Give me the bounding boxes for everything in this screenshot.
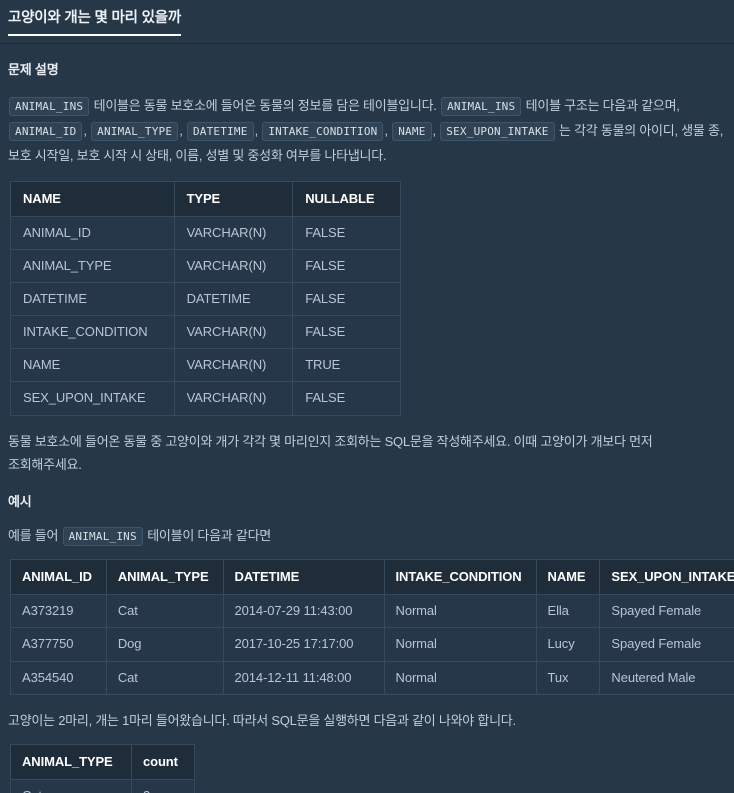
page-title-bar: 고양이와 개는 몇 마리 있을까 [0,0,734,45]
schema-table-header-row: NAME TYPE NULLABLE [10,180,402,217]
code-chip-datetime: DATETIME [186,121,254,141]
cell: Normal [383,627,537,662]
example-col-sex-upon-intake: SEX_UPON_INTAKE [599,559,734,596]
cell: Lucy [535,627,601,662]
example-col-animal-type: ANIMAL_TYPE [105,559,224,596]
code-chip-animal-id: ANIMAL_ID [9,121,83,141]
cell: VARCHAR(N) [173,215,294,250]
problem-page: 고양이와 개는 몇 마리 있을까 문제 설명 ANIMAL_INS 테이블은 동… [0,0,734,793]
schema-col-nullable: NULLABLE [292,180,402,217]
section-heading-example: 예시 [8,493,32,509]
result-col-animal-type: ANIMAL_TYPE [10,743,132,780]
cell: A377750 [10,627,107,662]
description-paragraph: ANIMAL_INS 테이블은 동물 보호소에 들어온 동물의 정보를 담은 테… [8,93,726,169]
cell: Normal [383,594,537,629]
code-chip-intake-condition: INTAKE_CONDITION [262,121,384,141]
comma-2: , [179,122,183,138]
cell: 2014-07-29 11:43:00 [222,594,385,629]
cell: A354540 [10,660,107,695]
example-table-header-row: ANIMAL_ID ANIMAL_TYPE DATETIME INTAKE_CO… [10,559,734,596]
comma-5: , [432,122,437,138]
cell: FALSE [292,315,402,350]
example-intro-suffix: 테이블이 다음과 같다면 [147,528,272,544]
table-row: A373219 Cat 2014-07-29 11:43:00 Normal E… [10,594,734,629]
cell: Cat [105,594,224,629]
cell: 2 [131,778,195,793]
example-col-name: NAME [535,559,601,596]
cell: Spayed Female [599,594,734,629]
cell: INTAKE_CONDITION [10,315,175,350]
cell: NAME [10,348,175,383]
code-chip-animal-type: ANIMAL_TYPE [91,121,179,141]
example-intro: 예를 들어 ANIMAL_INS 테이블이 다음과 같다면 [8,524,726,547]
cell: Tux [535,660,601,695]
table-row: SEX_UPON_INTAKE VARCHAR(N) FALSE [10,381,402,416]
table-row: Cat 2 [10,778,195,793]
table-row: INTAKE_CONDITION VARCHAR(N) FALSE [10,315,402,350]
schema-col-name: NAME [10,180,175,217]
cell: 2017-10-25 17:17:00 [222,627,385,662]
result-table-header-row: ANIMAL_TYPE count [10,743,195,780]
cell: Dog [105,627,224,662]
cell: Spayed Female [599,627,734,662]
example-col-intake-condition: INTAKE_CONDITION [383,559,537,596]
code-chip-name: NAME [392,121,432,141]
comma-4: , [384,122,388,138]
cell: Normal [383,660,537,695]
example-col-animal-id: ANIMAL_ID [10,559,107,596]
cell: TRUE [292,348,402,383]
table-row: DATETIME DATETIME FALSE [10,282,402,317]
comma-3: , [254,122,259,138]
description-text-2: 테이블 구조는 다음과 같으며, [525,97,680,113]
cell: 2014-12-11 11:48:00 [222,660,385,695]
code-chip-sex-upon-intake: SEX_UPON_INTAKE [440,121,555,141]
comma-1: , [83,122,87,138]
table-row: A354540 Cat 2014-12-11 11:48:00 Normal T… [10,660,734,695]
cell: VARCHAR(N) [173,348,294,383]
cell: VARCHAR(N) [173,315,294,350]
problem-body: 문제 설명 ANIMAL_INS 테이블은 동물 보호소에 들어온 동물의 정보… [0,60,734,793]
task-prompt: 동물 보호소에 들어온 동물 중 고양이와 개가 각각 몇 마리인지 조회하는 … [8,433,653,472]
cell: SEX_UPON_INTAKE [10,381,175,416]
cell: VARCHAR(N) [173,248,294,284]
cell: Cat [10,778,132,793]
table-row: NAME VARCHAR(N) TRUE [10,348,402,383]
description-text-1: 테이블은 동물 보호소에 들어온 동물의 정보를 담은 테이블입니다. [93,97,437,113]
page-title: 고양이와 개는 몇 마리 있을까 [8,7,181,37]
code-chip-animal-ins-2: ANIMAL_INS [441,96,522,116]
table-row: ANIMAL_TYPE VARCHAR(N) FALSE [10,248,402,284]
table-row: A377750 Dog 2017-10-25 17:17:00 Normal L… [10,627,734,662]
cell: FALSE [292,381,402,416]
example-col-datetime: DATETIME [222,559,385,596]
result-col-count: count [131,743,195,780]
section-heading-description: 문제 설명 [8,62,59,78]
code-chip-animal-ins-3: ANIMAL_INS [62,527,143,547]
cell: FALSE [292,215,402,250]
schema-col-type: TYPE [173,180,294,217]
expected-result-table: ANIMAL_TYPE count Cat 2 Dog 1 [10,743,195,793]
example-result-text: 고양이는 2마리, 개는 1마리 들어왔습니다. 따라서 SQL문을 실행하면 … [8,712,516,728]
cell: DATETIME [10,282,175,317]
cell: FALSE [292,282,402,317]
cell: ANIMAL_TYPE [10,248,175,284]
cell: FALSE [292,248,402,284]
schema-table: NAME TYPE NULLABLE ANIMAL_ID VARCHAR(N) … [10,180,402,416]
cell: DATETIME [173,282,294,317]
cell: VARCHAR(N) [173,381,294,416]
cell: Neutered Male [599,660,734,695]
cell: ANIMAL_ID [10,215,175,250]
code-chip-animal-ins-1: ANIMAL_INS [9,96,90,116]
example-intro-prefix: 예를 들어 [8,528,59,544]
example-data-table: ANIMAL_ID ANIMAL_TYPE DATETIME INTAKE_CO… [10,559,734,695]
cell: Cat [105,660,224,695]
table-row: ANIMAL_ID VARCHAR(N) FALSE [10,215,402,250]
cell: Ella [535,594,601,629]
cell: A373219 [10,594,107,629]
